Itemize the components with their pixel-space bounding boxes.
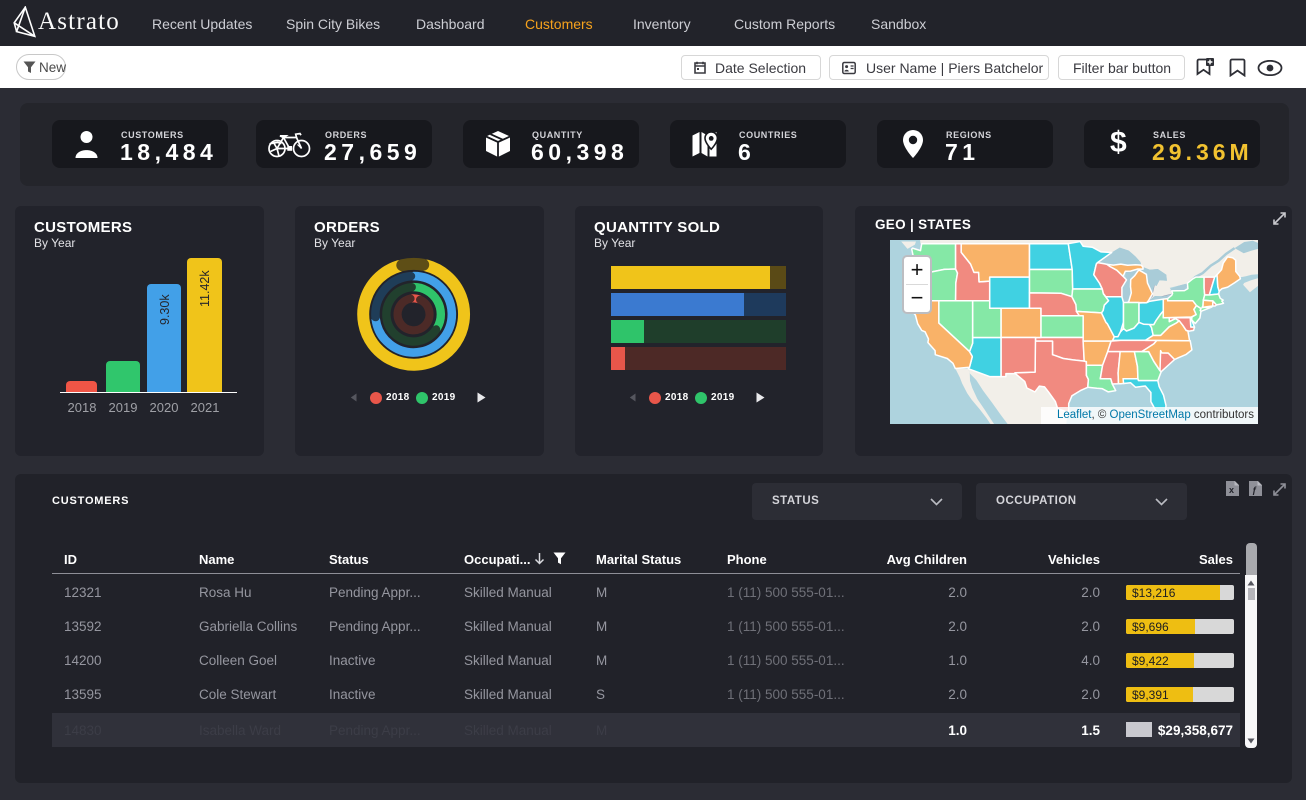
svg-text:x: x xyxy=(1229,485,1234,495)
svg-text:ƒ: ƒ xyxy=(1252,485,1257,495)
